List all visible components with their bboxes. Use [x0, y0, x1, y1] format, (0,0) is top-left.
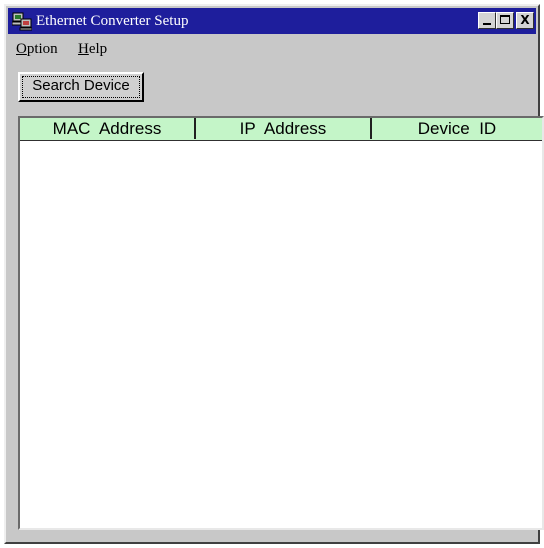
close-button[interactable]: X [516, 12, 534, 29]
search-device-button[interactable]: Search Device [18, 72, 144, 102]
column-header-ip-address[interactable]: IP Address [196, 118, 372, 139]
minimize-icon [483, 23, 491, 25]
window-title: Ethernet Converter Setup [36, 13, 189, 29]
maximize-icon [500, 15, 510, 24]
device-list[interactable]: MAC Address IP Address Device ID [18, 116, 544, 530]
list-header: MAC Address IP Address Device ID [20, 118, 542, 141]
column-header-device-id[interactable]: Device ID [372, 118, 542, 139]
list-body[interactable] [20, 141, 542, 528]
title-bar[interactable]: Ethernet Converter Setup X [8, 8, 536, 34]
close-icon: X [520, 13, 530, 27]
menu-help-label: elp [88, 41, 108, 57]
maximize-button[interactable] [496, 12, 514, 29]
search-device-label: Search Device [32, 77, 130, 94]
menu-bar: Option Help [8, 38, 536, 62]
menu-option-mnemonic: O [16, 41, 27, 57]
menu-option-label: ption [26, 41, 58, 57]
menu-help[interactable]: Help [78, 41, 107, 58]
app-window: Ethernet Converter Setup X Option Help S… [4, 4, 544, 544]
menu-option[interactable]: Option [16, 41, 58, 58]
column-header-mac-address[interactable]: MAC Address [20, 118, 196, 139]
minimize-button[interactable] [478, 12, 496, 29]
network-computer-icon [12, 12, 32, 31]
menu-help-mnemonic: H [78, 41, 89, 57]
